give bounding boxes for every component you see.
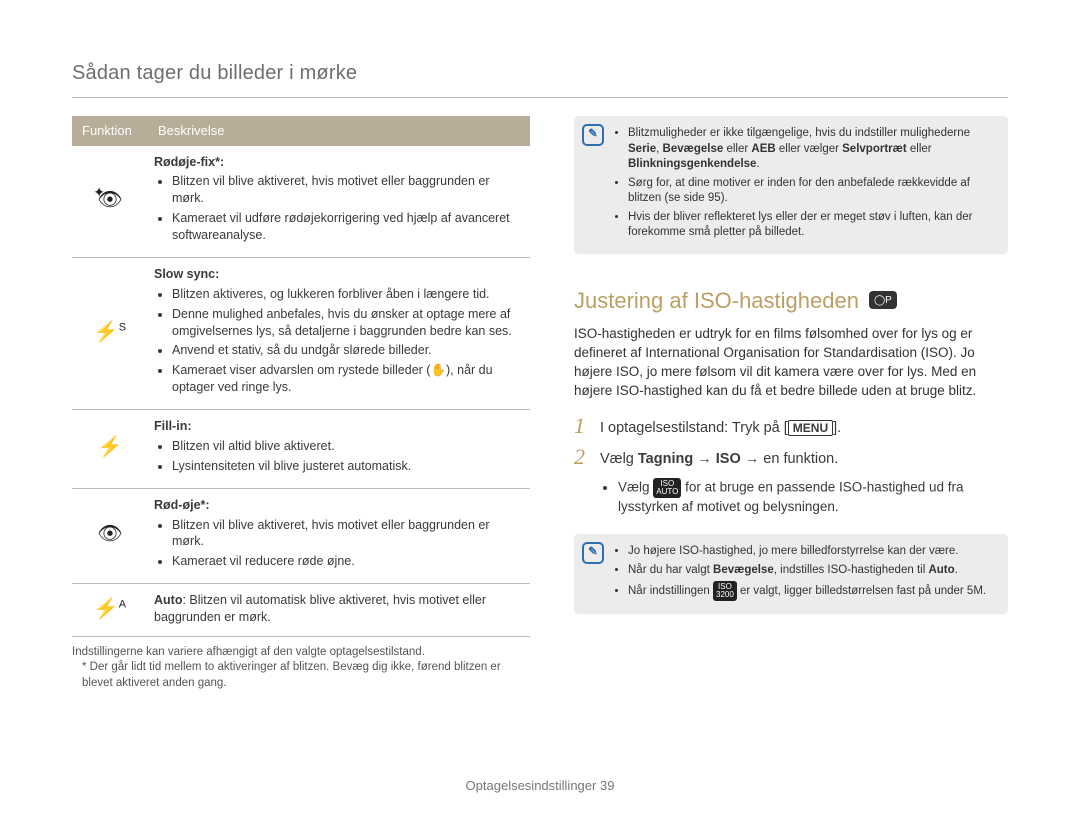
footnote-line: * Der går lidt tid mellem to aktiveringe… <box>72 660 530 691</box>
row-bullet: Anvend et stativ, så du undgår slørede b… <box>172 342 524 359</box>
note-item: Når du har valgt Bevægelse, indstilles I… <box>628 563 996 579</box>
page-footer: Optagelsesindstillinger 39 <box>0 777 1080 795</box>
step-1: 1 I optagelsestilstand: Tryk på [MENU]. <box>574 415 1008 439</box>
row-title: Rød-øje*: <box>154 497 524 514</box>
note-item: Sørg for, at dine motiver er inden for d… <box>628 176 996 207</box>
page-title: Sådan tager du billeder i mørke <box>72 60 1008 98</box>
row-bullet: Denne mulighed anbefales, hvis du ønsker… <box>172 306 524 340</box>
iso-3200-icon: ISO3200 <box>713 581 737 601</box>
table-row: 👁✦ Rødøje-fix*: Blitzen vil blive aktive… <box>72 146 530 258</box>
row-title-inline: Auto <box>154 593 182 607</box>
row-bullet: Kameraet viser advarslen om rystede bill… <box>172 362 524 396</box>
row-bullet: Blitzen vil altid blive aktiveret. <box>172 438 524 455</box>
th-funktion: Funktion <box>72 116 148 146</box>
flash-options-table: Funktion Beskrivelse 👁✦ Rødøje-fix*: Bli… <box>72 116 530 637</box>
table-row: 👁 Rød-øje*: Blitzen vil blive aktiveret,… <box>72 488 530 584</box>
step-number: 2 <box>574 446 590 470</box>
step-2-sub: Vælg ISOAUTO for at bruge en passende IS… <box>618 478 1008 516</box>
row-bullet: Blitzen aktiveres, og lukkeren forbliver… <box>172 286 524 303</box>
note-icon: ✎ <box>582 542 604 564</box>
note-box-flash: ✎ Blitzmuligheder er ikke tilgængelige, … <box>574 116 1008 254</box>
step-number: 1 <box>574 415 590 439</box>
footnote-block: Indstillingerne kan variere afhængigt af… <box>72 645 530 692</box>
th-beskrivelse: Beskrivelse <box>148 116 530 146</box>
row-bullet: Blitzen vil blive aktiveret, hvis motive… <box>172 173 524 207</box>
note-item: Jo højere ISO-hastighed, jo mere billedf… <box>628 544 996 560</box>
table-row: ⚡S Slow sync: Blitzen aktiveres, og lukk… <box>72 257 530 409</box>
redeye-icon: 👁 <box>97 523 122 545</box>
note-item: Hvis der bliver reflekteret lys eller de… <box>628 210 996 241</box>
fill-in-icon: ⚡ <box>98 436 123 458</box>
auto-flash-icon: ⚡A <box>94 598 126 620</box>
note-icon: ✎ <box>582 124 604 146</box>
row-title: Rødøje-fix*: <box>154 154 524 171</box>
row-bullet: Lysintensiteten vil blive justeret autom… <box>172 458 524 475</box>
mode-badge-icon: ◯P <box>869 291 897 309</box>
menu-key-icon: MENU <box>788 420 833 436</box>
note-box-iso: ✎ Jo højere ISO-hastighed, jo mere bille… <box>574 534 1008 614</box>
redeye-fix-icon: 👁✦ <box>97 189 122 211</box>
table-row: ⚡ Fill-in: Blitzen vil altid blive aktiv… <box>72 410 530 489</box>
note-item: Når indstillingen ISO3200 er valgt, ligg… <box>628 581 996 601</box>
step-2: 2 Vælg Tagning → ISO → en funktion. <box>574 446 1008 470</box>
row-title: Fill-in: <box>154 418 524 435</box>
row-bullet: Kameraet vil reducere røde øjne. <box>172 553 524 570</box>
table-row: ⚡A Auto: Blitzen vil automatisk blive ak… <box>72 584 530 637</box>
row-bullet: Blitzen vil blive aktiveret, hvis motive… <box>172 517 524 551</box>
row-bullet: Kameraet vil udføre rødøjekorrigering ve… <box>172 210 524 244</box>
footnote-line: Indstillingerne kan variere afhængigt af… <box>72 646 425 658</box>
row-title: Slow sync: <box>154 266 524 283</box>
section-body: ISO-hastigheden er udtryk for en films f… <box>574 325 1008 401</box>
note-item: Blitzmuligheder er ikke tilgængelige, hv… <box>628 126 996 173</box>
section-heading: Justering af ISO-hastigheden ◯P <box>574 286 1008 316</box>
slow-sync-icon: ⚡S <box>94 321 126 343</box>
row-text: : Blitzen vil automatisk blive aktiveret… <box>154 593 486 624</box>
iso-auto-icon: ISOAUTO <box>653 478 681 498</box>
